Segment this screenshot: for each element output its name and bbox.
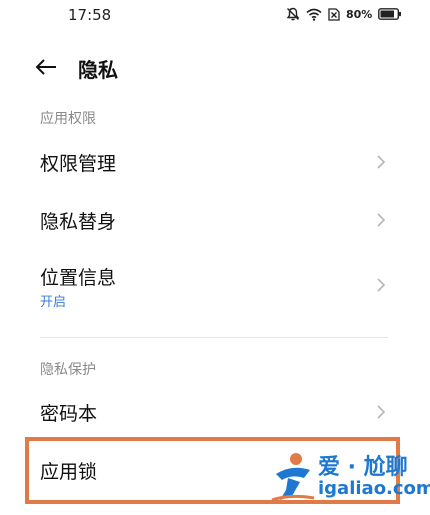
list-item-label: 位置信息 (40, 267, 117, 289)
watermark-text-en: igaliao.com (318, 478, 430, 499)
chevron-right-icon (377, 213, 386, 227)
page-title: 隐私 (78, 58, 118, 82)
list-item-location[interactable]: 位置信息 开启 (0, 254, 430, 316)
status-time: 17:58 (68, 6, 112, 24)
back-button[interactable] (34, 56, 60, 78)
watermark: 爱 · 尬聊 igaliao.com (270, 448, 430, 506)
status-bar: 17:58 80% (0, 0, 430, 30)
list-item-privacy-substitute[interactable]: 隐私替身 (0, 198, 430, 242)
list-item-label: 隐私替身 (40, 211, 117, 233)
watermark-text-cn: 爱 · 尬聊 (318, 455, 408, 480)
sim-off-icon (328, 7, 340, 21)
list-item-password-book[interactable]: 密码本 (0, 390, 430, 434)
section-label-privacy-protection: 隐私保护 (40, 362, 96, 378)
list-item-label: 密码本 (40, 403, 98, 425)
back-arrow-icon (35, 59, 56, 75)
chevron-right-icon (377, 405, 386, 419)
battery-icon (378, 8, 402, 20)
header: 隐私 (0, 48, 430, 88)
chevron-right-icon (377, 155, 386, 169)
battery-percent: 80% (346, 7, 373, 21)
status-icons: 80% (286, 7, 402, 21)
list-item-label: 权限管理 (40, 153, 117, 175)
section-label-app-permissions: 应用权限 (40, 111, 96, 127)
list-item-permission-management[interactable]: 权限管理 (0, 140, 430, 184)
wifi-icon (306, 8, 322, 21)
divider (40, 337, 388, 338)
chevron-right-icon (377, 278, 386, 292)
mute-icon (286, 7, 300, 21)
watermark-logo-icon (271, 453, 315, 502)
location-status: 开启 (40, 295, 67, 310)
